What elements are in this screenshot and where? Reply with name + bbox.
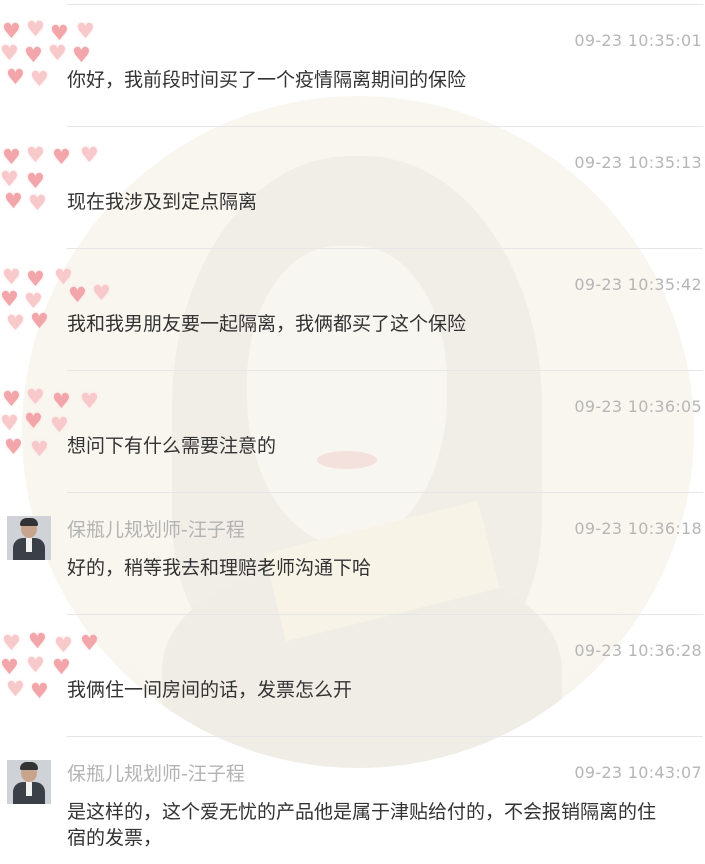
message-timestamp: 09-23 10:35:13 <box>574 153 702 172</box>
message-text[interactable]: 我和我男朋友要一起隔离，我俩都买了这个保险 <box>67 311 675 337</box>
sender-name: 保瓶儿规划师-汪子程 <box>67 763 245 785</box>
chat-message: ♥ ♥ ♥ ♥ ♥ ♥ ♥ ♥ ♥ 09-23 10:36:28 我俩住一间房间的话，发票怎… <box>0 615 705 737</box>
message-text[interactable]: 你好，我前段时间买了一个疫情隔离期间的保险 <box>67 67 675 93</box>
sender-name: 保瓶儿规划师-汪子程 <box>67 519 245 541</box>
message-timestamp: 09-23 10:36:28 <box>574 641 702 660</box>
message-text[interactable]: 想问下有什么需要注意的 <box>67 433 675 459</box>
chat-message: 保瓶儿规划师-汪子程 09-23 10:43:07 是这样的，这个爱无忧的产品他… <box>0 737 705 864</box>
person-avatar[interactable] <box>7 760 51 804</box>
message-text[interactable]: 好的，稍等我去和理赔老师沟通下哈 <box>67 555 675 581</box>
message-text[interactable]: 现在我涉及到定点隔离 <box>67 189 675 215</box>
message-timestamp: 09-23 10:43:07 <box>574 763 702 782</box>
message-timestamp: 09-23 10:35:01 <box>574 31 702 50</box>
chat-message: ♥ ♥ ♥ ♥ ♥ ♥ ♥ ♥ ♥ 09-23 10:35:42 我和我男朋友要一起隔离，我… <box>0 249 705 371</box>
message-text[interactable]: 是这样的，这个爱无忧的产品他是属于津贴给付的，不会报销隔离的住宿的发票， <box>67 799 665 851</box>
message-timestamp: 09-23 10:35:42 <box>574 275 702 294</box>
chat-message: 保瓶儿规划师-汪子程 09-23 10:36:18 好的，稍等我去和理赔老师沟通… <box>0 493 705 615</box>
message-timestamp: 09-23 10:36:05 <box>574 397 702 416</box>
chat-message: ♥ ♥ ♥ ♥ ♥ ♥ ♥ ♥ ♥ ♥ 09-23 10:35:01 你好，我前段时间买了一个… <box>0 5 705 127</box>
message-text[interactable]: 我俩住一间房间的话，发票怎么开 <box>67 677 675 703</box>
chat-message: ♥ ♥ ♥ ♥ ♥ ♥ ♥ ♥ 09-23 10:35:13 现在我涉及到定点隔离 <box>0 127 705 249</box>
message-timestamp: 09-23 10:36:18 <box>574 519 702 538</box>
person-avatar[interactable] <box>7 516 51 560</box>
chat-message: ♥ ♥ ♥ ♥ ♥ ♥ ♥ ♥ ♥ 09-23 10:36:05 想问下有什么需要注意的 <box>0 371 705 493</box>
